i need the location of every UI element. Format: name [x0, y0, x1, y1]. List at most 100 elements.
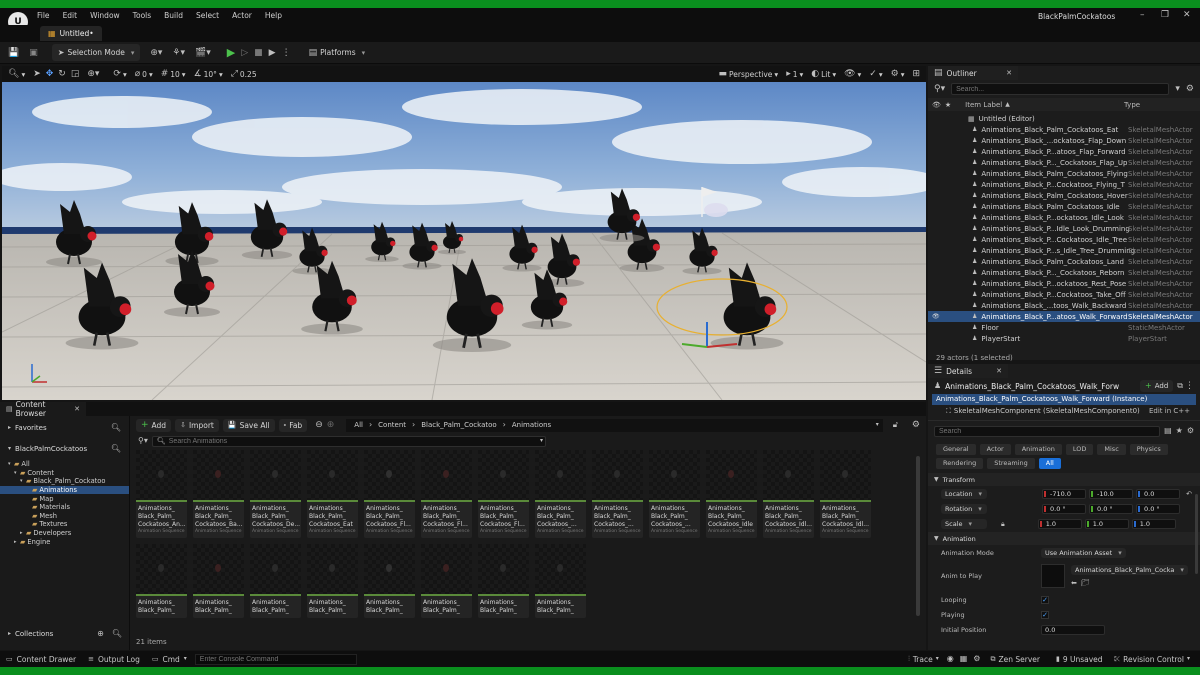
content-drawer-button[interactable]: ▭ Content Drawer [0, 654, 76, 664]
folder-tree-item[interactable]: ▰ Materials [0, 503, 129, 512]
outliner-root[interactable]: ▦ Untitled (Editor) [928, 113, 1200, 124]
filter-chip-streaming[interactable]: Streaming [987, 457, 1035, 469]
fab-button[interactable]: ⬩ Fab [278, 418, 308, 432]
outliner-row[interactable]: 👁︎♟FloorStaticMeshActor [928, 322, 1200, 333]
asset-tile[interactable]: Animations_ Black_Palm_ Cockatoos_An... A… [136, 450, 187, 538]
scale-x-field[interactable]: 1.0 [1037, 518, 1082, 529]
outliner-search-input[interactable] [951, 83, 1170, 95]
details-actor-name[interactable]: Animations_Black_Palm_Cockatoos_Walk_For… [945, 382, 1119, 391]
cinematics-icon[interactable]: 🎬▾ [195, 48, 211, 58]
save-all-button[interactable]: 💾 Save All [222, 418, 275, 432]
outliner-row[interactable]: 👁︎♟Animations_Black_Palm_Cockatoos_Flyin… [928, 168, 1200, 179]
level-viewport[interactable] [2, 82, 926, 400]
anim-to-play-dropdown[interactable]: Animations_Black_Palm_Cocka [1071, 564, 1188, 575]
grid-snap-toggle[interactable]: #10 ▾ [161, 69, 186, 79]
asset-tile[interactable]: Animations_ Black_Palm_ Cockatoos_Idl...… [820, 450, 871, 538]
filter-chip-misc[interactable]: Misc [1097, 443, 1126, 455]
play-icon[interactable]: ▶ [227, 47, 235, 58]
filter-chip-actor[interactable]: Actor [979, 443, 1011, 455]
lit-dropdown[interactable]: ◐ Lit ▾ [811, 69, 836, 79]
filter-chip-physics[interactable]: Physics [1129, 443, 1168, 455]
asset-tile[interactable]: Animations_ Black_Palm_ Cockatoos_Fl... A… [478, 450, 529, 538]
details-search-input[interactable] [934, 425, 1161, 437]
console-input[interactable] [194, 653, 357, 665]
rotation-y-field[interactable]: 0.0 ° [1089, 503, 1133, 514]
world-space-icon[interactable]: ⊕▾ [87, 69, 99, 79]
derived-data-icon[interactable]: ▦ [960, 654, 968, 664]
rotate-tool-icon[interactable]: ↻ [58, 69, 66, 79]
menu-item-help[interactable]: Help [265, 11, 282, 20]
close-details-icon[interactable]: ✕ [996, 366, 1002, 376]
location-x-field[interactable]: -710.0 [1042, 488, 1086, 499]
asset-tile[interactable]: Animations_ Black_Palm_ [478, 544, 529, 618]
outliner-row[interactable]: 👁︎♟Animations_Black_P...ockatoos_Rest_Po… [928, 278, 1200, 289]
outliner-row[interactable]: 👁︎♟Animations_Black_Palm_Cockatoos_LandS… [928, 256, 1200, 267]
filter-chip-all[interactable]: All [1038, 457, 1061, 469]
history-back-icon[interactable]: ⊖ [315, 420, 323, 430]
asset-tile[interactable]: Animations_ Black_Palm_ Cockatoos_Eat Ani… [307, 450, 358, 538]
folder-tree-item[interactable]: ▰ Mesh [0, 512, 129, 521]
asset-tile[interactable]: Animations_ Black_Palm_ [193, 544, 244, 618]
asset-tile[interactable]: Animations_ Black_Palm_ Cockatoos_De... A… [250, 450, 301, 538]
reset-location-icon[interactable]: ↶ [1186, 489, 1192, 499]
revision-control-button[interactable]: ⤪ Revision Control ▾ [1115, 654, 1190, 664]
outliner-options-icon[interactable]: ▾ [1175, 84, 1180, 94]
add-collection-icon[interactable]: ⊕ [97, 629, 104, 639]
breadcrumb-separator-icon[interactable]: › [412, 420, 415, 430]
close-icon[interactable]: ✕ [1183, 10, 1191, 20]
breadcrumb-item[interactable]: Content [378, 421, 406, 429]
visibility-column-icon[interactable]: 👁︎ [932, 100, 941, 110]
details-settings-icon[interactable]: ⚙ [1187, 426, 1194, 436]
looping-checkbox[interactable]: ✓ [1041, 595, 1049, 604]
breadcrumb-separator-icon[interactable]: › [369, 420, 372, 430]
folder-tree-item[interactable]: ▾ ▰ Black_Palm_Cockatoo [0, 477, 129, 486]
filter-chip-lod[interactable]: LOD [1065, 443, 1094, 455]
content-settings-icon[interactable]: ⚙ [912, 420, 920, 430]
level-tab[interactable]: ▦ Untitled• [40, 26, 102, 41]
asset-scrollbar[interactable] [916, 456, 920, 616]
outliner-row[interactable]: 👁︎ ♟ Animations_Black_P...atoos_Walk_Forwa… [928, 311, 1200, 322]
playing-checkbox[interactable]: ✓ [1041, 610, 1049, 619]
breadcrumb-separator-icon[interactable]: › [503, 420, 506, 430]
asset-tile[interactable]: Animations_ Black_Palm_ Cockatoos_Ba... A… [193, 450, 244, 538]
asset-tile[interactable]: Animations_ Black_Palm_ [136, 544, 187, 618]
output-log-button[interactable]: ≡ Output Log [88, 654, 140, 664]
edit-cpp-link[interactable]: Edit in C++ [1149, 407, 1190, 415]
blueprint-convert-icon[interactable]: ⧉ [1177, 381, 1183, 391]
asset-tile[interactable]: Animations_ Black_Palm_ [364, 544, 415, 618]
lock-scale-icon[interactable]: 🔒︎ [1001, 519, 1005, 529]
asset-tile[interactable]: Animations_ Black_Palm_ Cockatoos_Idl...… [763, 450, 814, 538]
project-search-icon[interactable]: 🔍︎ [111, 444, 121, 454]
menu-item-select[interactable]: Select [196, 11, 219, 20]
menu-item-tools[interactable]: Tools [133, 11, 151, 20]
folder-tree-item[interactable]: ▰ Map [0, 494, 129, 503]
menu-item-build[interactable]: Build [164, 11, 183, 20]
favorites-header[interactable]: ▸ Favorites 🔍︎ [0, 420, 129, 435]
property-matrix-icon[interactable]: ▤ [1164, 426, 1172, 436]
outliner-row[interactable]: 👁︎♟Animations_Black_P...ockatoos_Idle_Lo… [928, 212, 1200, 223]
component-row[interactable]: ⛶ SkeletalMeshComponent (SkeletalMeshCom… [928, 405, 1200, 417]
outliner-row[interactable]: 👁︎♟Animations_Black_P...s_Idle_Tree_Drum… [928, 245, 1200, 256]
asset-tile[interactable]: Animations_ Black_Palm_ [421, 544, 472, 618]
outliner-row[interactable]: 👁︎♟Animations_Black_P...Cockatoos_Take_O… [928, 289, 1200, 300]
outliner-row[interactable]: 👁︎♟Animations_Black_P...Cockatoos_Idle_T… [928, 234, 1200, 245]
details-tab[interactable]: ☰ Details ✕ [928, 364, 1008, 378]
location-y-field[interactable]: -10.0 [1089, 488, 1133, 499]
asset-tile[interactable]: Animations_ Black_Palm_ [535, 544, 586, 618]
stop-icon[interactable]: ■ [254, 48, 263, 58]
scale-tool-icon[interactable]: ◲ [71, 69, 80, 79]
outliner-settings-icon[interactable]: ⚙ [1186, 84, 1194, 94]
scale-y-field[interactable]: 1.0 [1084, 518, 1129, 529]
filter-chip-animation[interactable]: Animation [1014, 443, 1062, 455]
record-icon[interactable]: ◉ [947, 654, 954, 664]
location-dropdown[interactable]: Location [941, 488, 987, 499]
scale-dropdown[interactable]: Scale [941, 518, 987, 529]
minimize-icon[interactable]: – [1140, 10, 1145, 20]
asset-search-input[interactable] [168, 436, 537, 446]
viewport-layout-icon[interactable]: ⊞ [912, 69, 920, 79]
asset-filter-icon[interactable]: ⚲▾ [138, 436, 148, 446]
menu-item-actor[interactable]: Actor [232, 11, 252, 20]
breadcrumb-item[interactable]: Animations [512, 421, 551, 429]
add-button[interactable]: + Add [136, 418, 172, 432]
rotation-x-field[interactable]: 0.0 ° [1042, 503, 1086, 514]
